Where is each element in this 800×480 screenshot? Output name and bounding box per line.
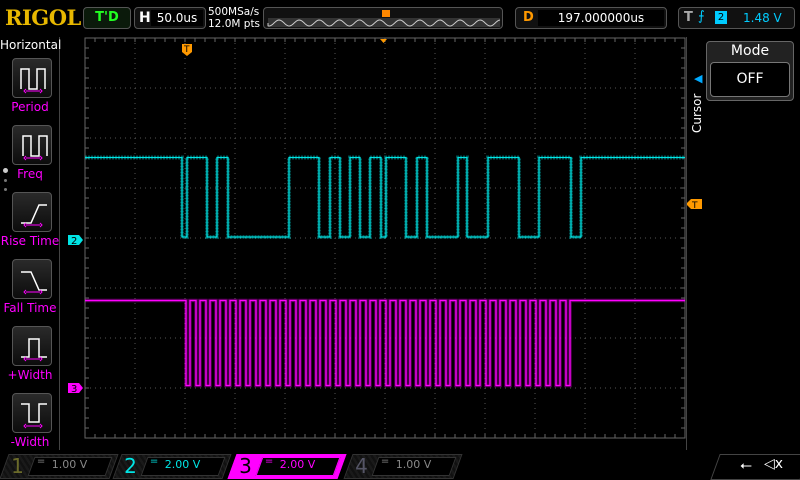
left-arrow-icon: ◀ [694,72,703,85]
coupling-icon: = [36,456,46,467]
channel-1-button[interactable]: 1 = 1.00 V [0,454,119,479]
channel-3-ground-marker[interactable]: 3 [68,383,83,395]
coupling-icon: = [380,456,390,467]
channel-number: 1 [11,454,24,478]
status-area [710,454,800,480]
channel-scale: 2.00 V [279,458,316,471]
waveform-display[interactable]: 23TT [0,0,800,480]
channel-2-ground-marker[interactable]: 2 [68,235,83,247]
channel-2-button[interactable]: 2 = 2.00 V [112,454,232,479]
channel-bar: ⭠ ◁x 1 = 1.00 V 2 = 2.00 V 3 = 2.00 V 4 … [0,453,800,480]
cursor-menu: Cursor Mode OFF ◀ [686,37,800,450]
mode-value: OFF [710,62,790,97]
coupling-icon: = [149,456,159,467]
svg-text:T: T [183,45,190,55]
screen-center-marker [380,39,387,43]
channel-scale: 1.00 V [51,458,88,471]
svg-text:3: 3 [71,384,77,395]
mute-icon: ◁x [764,456,784,472]
channel-number: 4 [355,454,368,478]
channel-scale: 1.00 V [395,458,432,471]
channel-number: 3 [239,454,252,478]
channel-3-button[interactable]: 3 = 2.00 V [227,454,347,479]
channel-number: 2 [124,454,137,478]
cursor-mode-button[interactable]: Mode OFF ◀ [694,41,794,101]
mode-label: Mode [730,43,770,59]
usb-icon: ⭠ [740,456,753,474]
coupling-icon: = [264,456,274,467]
trigger-position-marker[interactable]: T [182,44,192,56]
channel-4-button[interactable]: 4 = 1.00 V [343,454,463,479]
cursor-section-label: Cursor [690,93,704,133]
channel-2-noise [85,155,685,239]
channel-scale: 2.00 V [164,458,201,471]
channel-3-noise [85,298,685,388]
svg-text:2: 2 [71,236,77,247]
